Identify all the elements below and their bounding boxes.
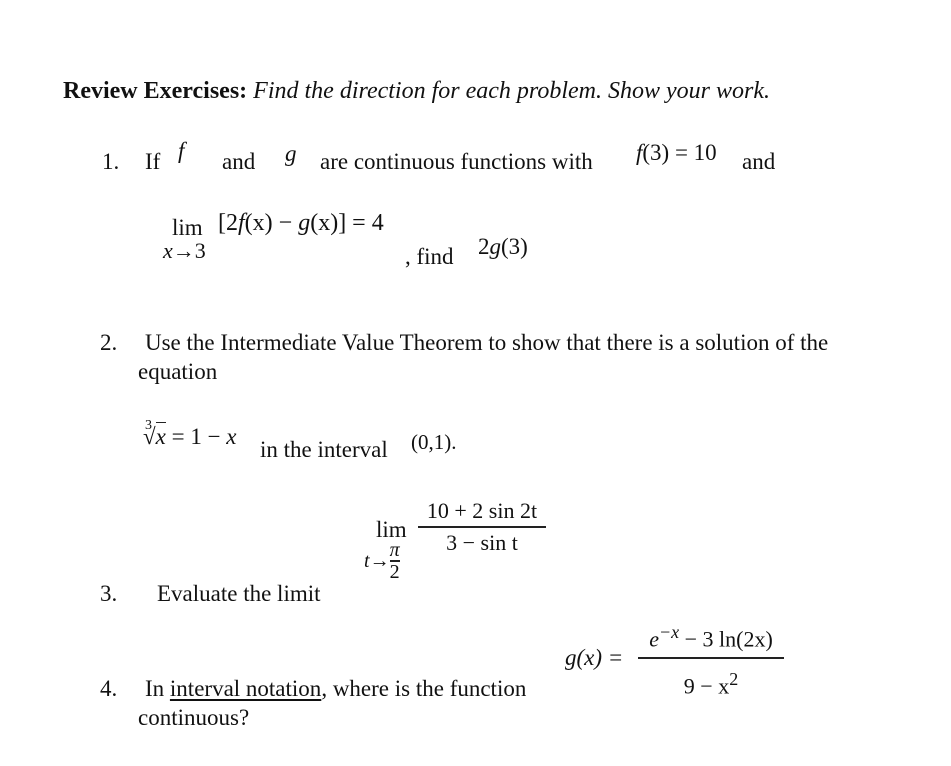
root-index: 3 [145, 418, 152, 433]
problem-4-line1: In interval notation, where is the funct… [145, 677, 526, 700]
limit-subscript: t→ π 2 [364, 540, 400, 582]
eq-rhs: = 1 − [165, 424, 227, 449]
find-target: 2g(3) [478, 235, 528, 258]
limit-target: π 2 [389, 539, 400, 583]
e-base: e [649, 626, 659, 652]
fraction-bar [638, 657, 784, 659]
problem-3-text: Evaluate the limit [157, 581, 321, 606]
page-heading: Review Exercises: Find the direction for… [63, 79, 770, 103]
cube-root-equation: 3 √x = 1 − x [143, 419, 237, 449]
find-arg: (3) [501, 234, 528, 259]
pi: π [389, 539, 400, 561]
text-find: , find [405, 244, 454, 269]
denominator-base: 9 − x [683, 673, 730, 699]
fraction-bar [418, 526, 546, 528]
eq-rhs-var: x [226, 424, 237, 449]
text-continuous: are continuous functions with [320, 149, 593, 174]
function-denominator: 9 − x2 [638, 667, 784, 698]
expr-g: g [298, 210, 311, 236]
var-f: f [178, 138, 185, 163]
given-value: f(3) = 10 [636, 141, 717, 164]
given-arg: (3) = 10 [642, 140, 717, 165]
limit-word: lim [172, 215, 203, 240]
function-numerator: e−x − 3 ln(2x) [638, 620, 784, 651]
find-coef: 2 [478, 234, 490, 259]
problem-2-line2: equation [138, 359, 218, 384]
problem-number: 1. [102, 149, 120, 174]
interval-notation-underlined: interval notation [169, 676, 322, 701]
text-if: If [145, 149, 161, 174]
limit-subscript: x→3 [163, 238, 206, 263]
denominator-exponent: 2 [729, 668, 739, 689]
numerator: 10 + 2 sin 2t [426, 498, 538, 523]
denominator: 3 − sin t [446, 529, 518, 555]
problem-2-line1: Use the Intermediate Value Theorem to sh… [145, 330, 829, 355]
problem-number: 2. [100, 330, 118, 355]
expr-open: [2 [218, 210, 238, 236]
problem-4-line2: continuous? [138, 705, 250, 730]
var-g: g [285, 141, 297, 166]
text-rest: , where is the function [321, 676, 527, 701]
text-and: and [222, 149, 256, 174]
problem-number: 3. [100, 581, 118, 606]
limit-fraction: 10 + 2 sin 2t 3 − sin t [418, 500, 546, 554]
expr-f: f [238, 210, 245, 236]
root-var: x [155, 422, 166, 449]
limit-expression: [2f(x) − g(x)] = 4 [218, 211, 384, 235]
arrow-icon: → [369, 549, 390, 572]
expr-close: (x)] = 4 [310, 210, 384, 236]
numerator-rest: − 3 ln(2x) [679, 626, 773, 652]
expr-mid: (x) − [244, 210, 299, 236]
heading-instructions: Find the direction for each problem. Sho… [253, 78, 770, 104]
e-exponent: −x [658, 622, 680, 642]
interval-value: (0,1). [411, 430, 457, 454]
find-g: g [489, 234, 502, 259]
function-fraction: e−x − 3 ln(2x) 9 − x2 [638, 620, 784, 698]
text-and-2: and [742, 149, 776, 174]
limit-word: lim [376, 517, 407, 542]
function-lhs: g(x) = [565, 645, 624, 670]
heading-bold: Review Exercises: [63, 78, 248, 104]
text-in-the-interval: in the interval [260, 437, 388, 462]
text-in: In [145, 676, 165, 701]
problem-number: 4. [100, 676, 118, 701]
two: 2 [389, 560, 400, 583]
